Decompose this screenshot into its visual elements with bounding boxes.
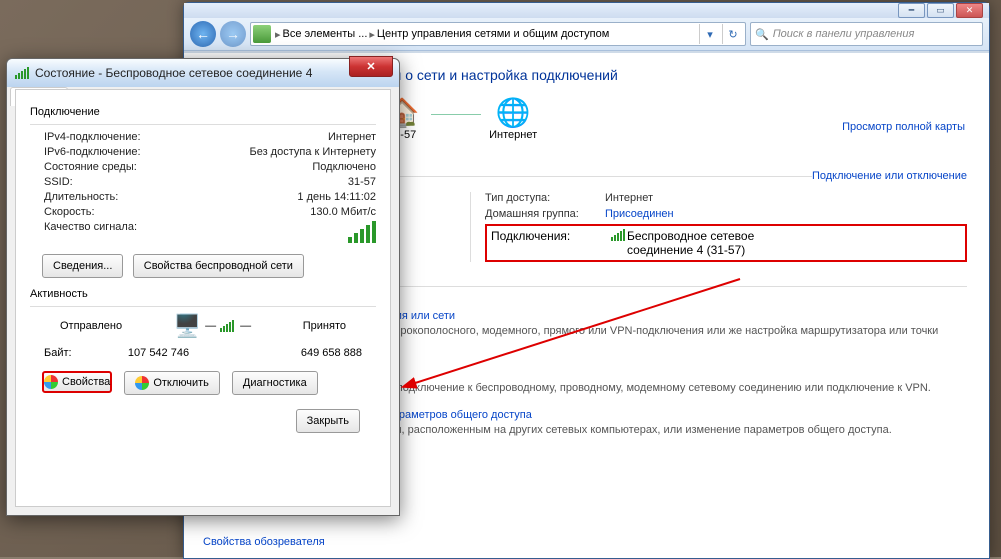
- connections-highlight: Подключения: Беспроводное сетевое соедин…: [485, 224, 967, 262]
- signal-bars-icon: [15, 67, 29, 79]
- ssid-value: 31-57: [348, 176, 376, 188]
- activity-label: Активность: [30, 288, 376, 300]
- connection-group-label: Подключение: [30, 106, 376, 118]
- duration-value: 1 день 14:11:02: [297, 191, 376, 203]
- bytes-sent: 107 542 746: [104, 347, 213, 359]
- maximize-button[interactable]: ▭: [927, 3, 954, 18]
- connect-disconnect-link[interactable]: Подключение или отключение: [812, 170, 967, 182]
- shield-icon: [44, 375, 58, 389]
- media-state-value: Подключено: [312, 161, 376, 173]
- ipv4-value: Интернет: [328, 131, 376, 143]
- full-map-link[interactable]: Просмотр полной карты: [842, 121, 965, 133]
- activity-icon: 🖥️: [174, 313, 201, 339]
- disable-button[interactable]: Отключить: [124, 371, 220, 395]
- properties-button[interactable]: Свойства: [42, 371, 112, 393]
- wifi-properties-button[interactable]: Свойства беспроводной сети: [133, 254, 304, 278]
- search-input[interactable]: 🔍 Поиск в панели управления: [750, 22, 983, 46]
- connection-status-dialog: Состояние - Беспроводное сетевое соедине…: [6, 58, 400, 516]
- diagnose-button[interactable]: Диагностика: [232, 371, 318, 395]
- signal-bars-icon: [611, 229, 625, 241]
- bytes-received: 649 658 888: [253, 347, 362, 359]
- minimize-button[interactable]: ━: [898, 3, 925, 18]
- ipv6-value: Без доступа к Интернету: [249, 146, 376, 158]
- back-button[interactable]: ←: [190, 21, 216, 47]
- browser-properties-link[interactable]: Свойства обозревателя: [183, 536, 325, 548]
- topo-internet: Интернет: [489, 129, 537, 141]
- dialog-close-button[interactable]: ✕: [349, 56, 393, 77]
- signal-quality-icon: [348, 221, 376, 243]
- forward-button[interactable]: →: [220, 21, 246, 47]
- signal-bars-icon: [220, 320, 234, 332]
- breadcrumb[interactable]: ▸ Все элементы ... ▸ Центр управления се…: [250, 22, 746, 46]
- refresh-button[interactable]: ↻: [722, 24, 743, 44]
- received-label: Принято: [303, 320, 346, 332]
- breadcrumb-dropdown[interactable]: ▾: [699, 24, 720, 44]
- breadcrumb-all[interactable]: Все элементы ...: [283, 28, 368, 40]
- connection-link[interactable]: Беспроводное сетевое соединение 4 (31-57…: [611, 229, 777, 257]
- globe-icon: 🌐: [492, 95, 534, 129]
- sent-label: Отправлено: [60, 320, 122, 332]
- dialog-titlebar[interactable]: Состояние - Беспроводное сетевое соедине…: [7, 59, 399, 87]
- shield-icon: [135, 376, 149, 390]
- network-icon: [253, 25, 271, 43]
- speed-value: 130.0 Мбит/с: [310, 206, 376, 218]
- search-icon: 🔍: [755, 28, 769, 41]
- nav-bar: ← → ▸ Все элементы ... ▸ Центр управлени…: [184, 18, 989, 51]
- close-button[interactable]: ✕: [956, 3, 983, 18]
- breadcrumb-page[interactable]: Центр управления сетями и общим доступом: [377, 28, 609, 40]
- access-type-value: Интернет: [605, 192, 653, 204]
- homegroup-link[interactable]: Присоединен: [605, 208, 674, 220]
- close-button[interactable]: Закрыть: [296, 409, 360, 433]
- details-button[interactable]: Сведения...: [42, 254, 123, 278]
- window-titlebar: ━ ▭ ✕: [184, 3, 989, 18]
